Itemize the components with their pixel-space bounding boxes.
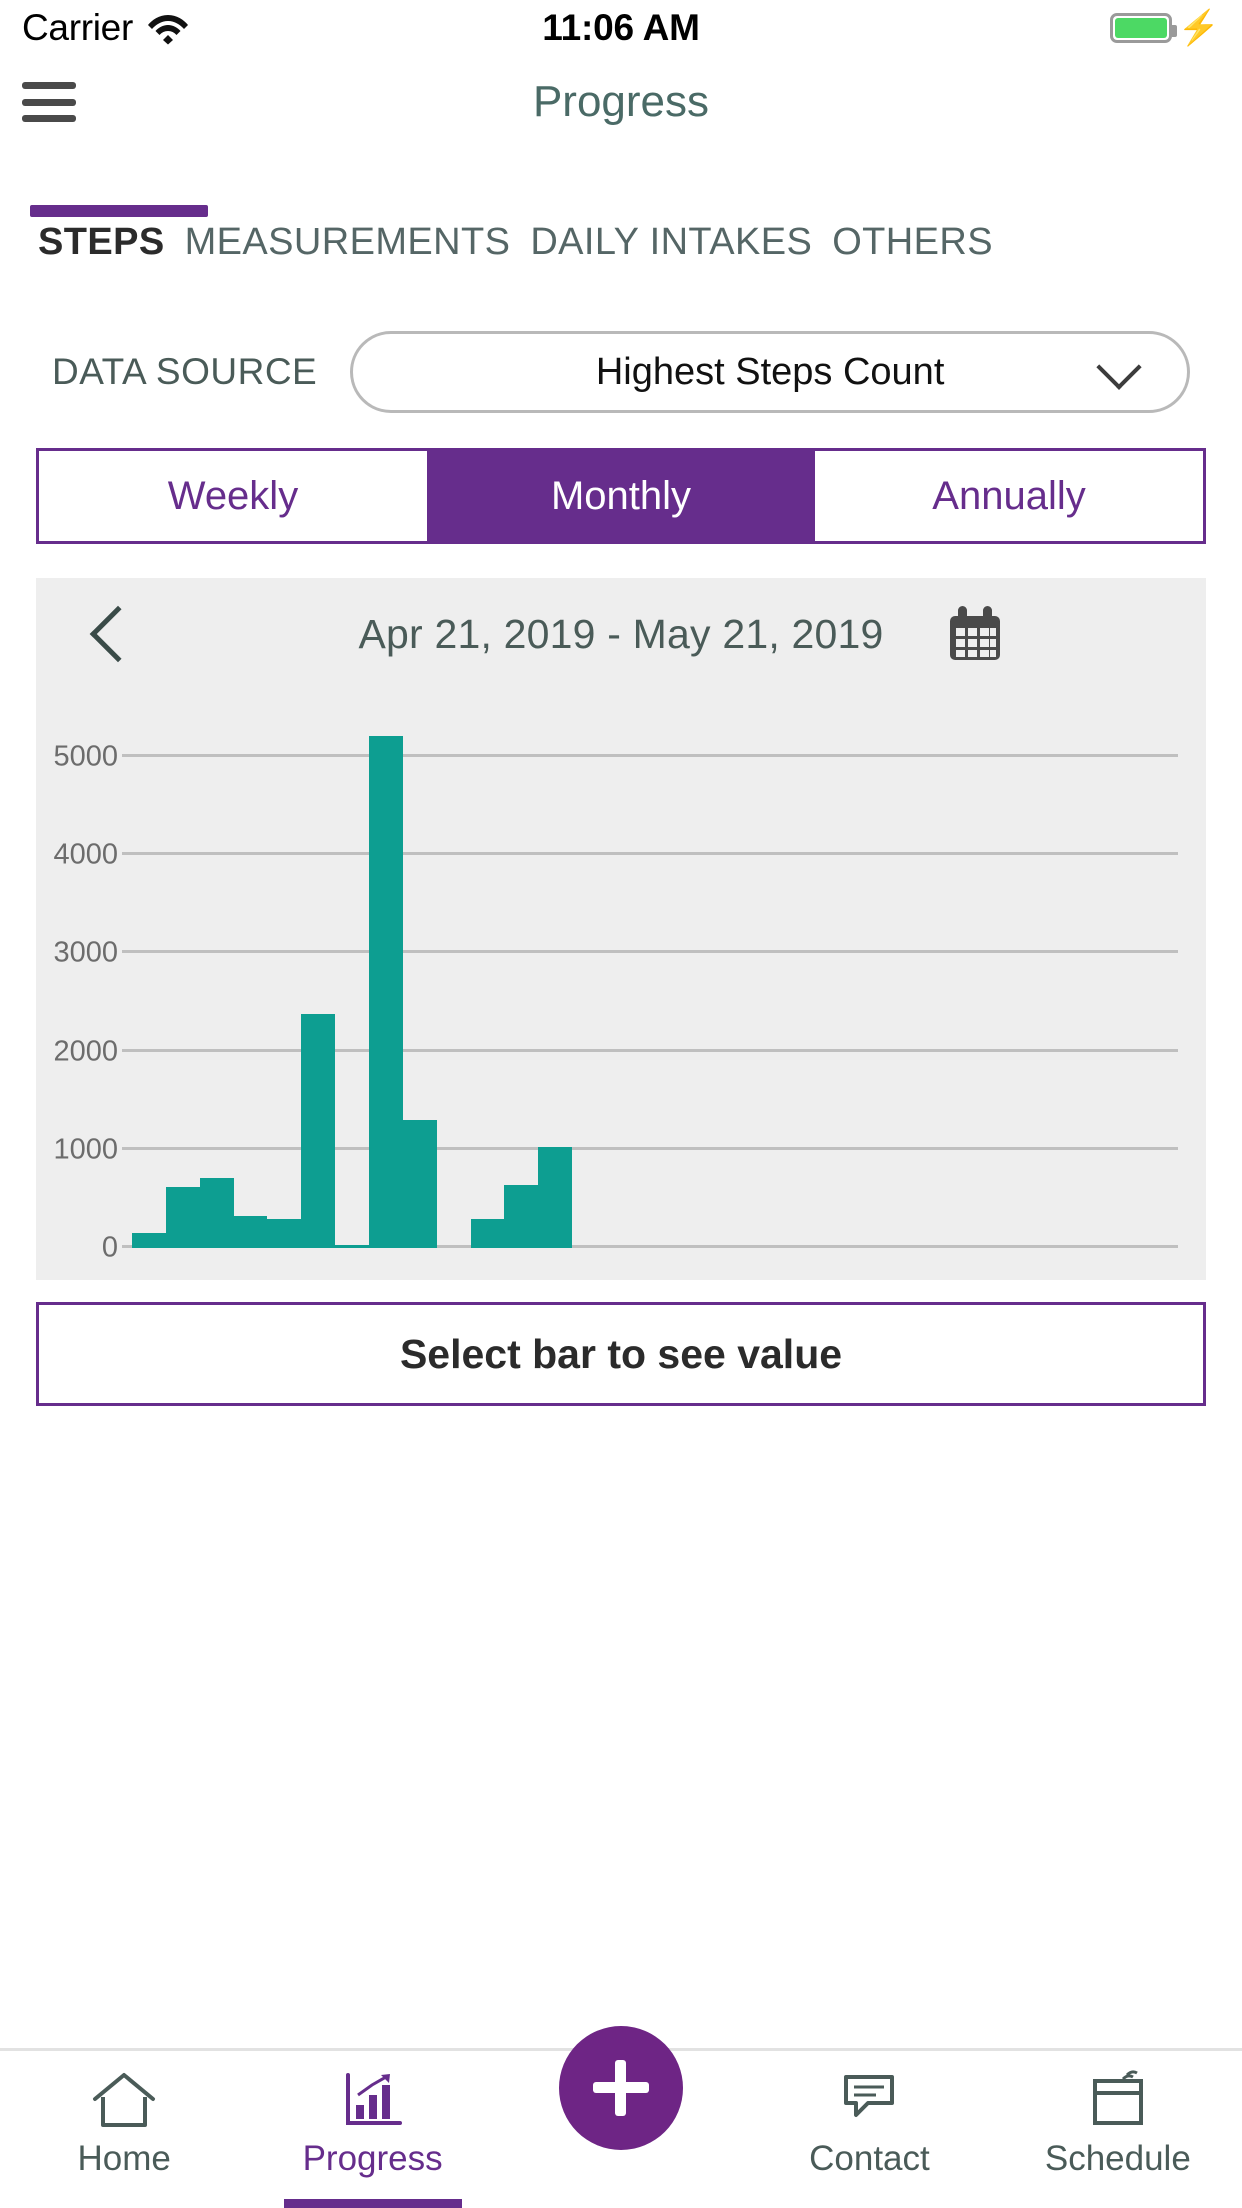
y-tick-label: 5000	[53, 740, 118, 773]
chart-bar[interactable]	[233, 1215, 268, 1248]
chart-bar-slot[interactable]	[165, 708, 200, 1248]
segment-weekly[interactable]: Weekly	[39, 451, 427, 541]
hamburger-menu-icon[interactable]	[22, 82, 76, 122]
chart-bar-slot[interactable]	[978, 708, 1012, 1248]
chart-bar-slot[interactable]	[1114, 708, 1148, 1248]
data-source-label: DATA SOURCE	[52, 351, 318, 392]
chart-bar[interactable]	[301, 1014, 336, 1248]
chart-bar-slot[interactable]	[945, 708, 979, 1248]
nav-item-home[interactable]: Home	[0, 2051, 248, 2208]
chart-bar[interactable]	[199, 1178, 234, 1248]
chart-bar[interactable]	[504, 1185, 539, 1248]
chart-bar-slot[interactable]	[640, 708, 674, 1248]
bar-chart-plot: 0 1000 2000 3000 4000 5000	[36, 690, 1206, 1280]
status-bar: Carrier 11:06 AM ⚡	[0, 0, 1242, 56]
chart-bar-slot[interactable]	[775, 708, 809, 1248]
chart-bar[interactable]	[132, 1233, 166, 1248]
chevron-down-icon	[1096, 344, 1142, 390]
chart-bar-slot[interactable]	[470, 708, 505, 1248]
segment-annually[interactable]: Annually	[815, 451, 1203, 541]
nav-label-schedule: Schedule	[1044, 2139, 1191, 2178]
chart-bar-slot[interactable]	[301, 708, 336, 1248]
chart-bar-slot[interactable]	[843, 708, 877, 1248]
chart-card: Apr 21, 2019 - May 21, 2019 0 1000 2000 300…	[36, 578, 1206, 1280]
data-source-dropdown[interactable]: Highest Steps Count	[350, 331, 1190, 413]
app-root: Carrier 11:06 AM ⚡ Progress STEPS MEASUR…	[0, 0, 1242, 2208]
date-range-label: Apr 21, 2019 - May 21, 2019	[358, 610, 884, 657]
chart-bar[interactable]	[165, 1187, 200, 1248]
chart-bar-slot[interactable]	[369, 708, 403, 1248]
nav-item-add[interactable]	[497, 2026, 745, 2208]
chart-bar-slot[interactable]	[741, 708, 775, 1248]
chart-bar-slot[interactable]	[809, 708, 843, 1248]
y-tick-label: 0	[101, 1231, 118, 1264]
status-bar-right: ⚡	[1109, 9, 1220, 47]
tab-daily-intakes[interactable]: DAILY INTAKES	[520, 221, 822, 264]
chart-bar-slot[interactable]	[233, 708, 268, 1248]
nav-label-contact: Contact	[809, 2139, 930, 2178]
tab-others[interactable]: OTHERS	[822, 221, 1003, 264]
data-source-value: Highest Steps Count	[595, 350, 945, 393]
chart-bar[interactable]	[538, 1146, 573, 1248]
chart-bar-slot[interactable]	[267, 708, 302, 1248]
chart-bar-slot[interactable]	[572, 708, 606, 1248]
chart-bar-slot[interactable]	[538, 708, 573, 1248]
period-segmented-control: Weekly Monthly Annually	[36, 448, 1206, 544]
chart-bar[interactable]	[402, 1120, 437, 1248]
battery-icon	[1109, 13, 1177, 43]
chart-bar[interactable]	[267, 1218, 302, 1248]
nav-label-home: Home	[77, 2139, 171, 2178]
y-tick-label: 2000	[53, 1035, 118, 1068]
status-bar-time: 11:06 AM	[542, 7, 700, 48]
tab-measurements[interactable]: MEASUREMENTS	[175, 221, 521, 264]
chart-bar-slot[interactable]	[504, 708, 539, 1248]
plus-icon	[593, 2060, 650, 2116]
data-source-row: DATA SOURCE Highest Steps Count	[0, 326, 1242, 418]
calendar-icon	[1083, 2069, 1153, 2131]
bottom-navigation: Home Progress Contact Schedule	[0, 2026, 1242, 2208]
chart-bar-slot[interactable]	[708, 708, 742, 1248]
y-tick-label: 1000	[53, 1133, 118, 1166]
chart-date-header: Apr 21, 2019 - May 21, 2019	[36, 578, 1206, 690]
chart-bar-slot[interactable]	[1080, 708, 1114, 1248]
home-icon	[89, 2069, 159, 2131]
chart-bar-slot[interactable]	[1148, 708, 1182, 1248]
lightning-bolt-icon: ⚡	[1177, 9, 1220, 47]
chart-bar-slot[interactable]	[877, 708, 911, 1248]
chat-bubbles-icon	[834, 2069, 904, 2131]
chart-bar-slot[interactable]	[1046, 708, 1080, 1248]
chart-bar-slot[interactable]	[402, 708, 437, 1248]
chart-bar[interactable]	[335, 1245, 370, 1248]
add-button[interactable]	[559, 2026, 684, 2150]
y-tick-label: 4000	[53, 838, 118, 871]
page-title: Progress	[532, 77, 710, 126]
nav-item-contact[interactable]: Contact	[745, 2051, 993, 2208]
tab-steps[interactable]: STEPS	[30, 221, 175, 264]
chart-bar-slot[interactable]	[437, 708, 471, 1248]
chart-bar-slot[interactable]	[1012, 708, 1046, 1248]
chart-bars	[132, 708, 1182, 1248]
nav-item-schedule[interactable]: Schedule	[994, 2051, 1242, 2208]
chart-bar-slot[interactable]	[911, 708, 945, 1248]
chart-bar[interactable]	[369, 736, 403, 1248]
nav-item-progress[interactable]: Progress	[248, 2051, 496, 2208]
chart-bar-slot[interactable]	[674, 708, 708, 1248]
segment-monthly[interactable]: Monthly	[427, 451, 815, 541]
chart-bar[interactable]	[470, 1218, 505, 1248]
y-tick-label: 3000	[53, 936, 118, 969]
nav-label-progress: Progress	[302, 2139, 443, 2178]
chart-bar-slot[interactable]	[132, 708, 166, 1248]
nav-active-underline	[283, 2199, 462, 2208]
chart-bar-slot[interactable]	[606, 708, 640, 1248]
calendar-icon[interactable]	[944, 604, 1006, 664]
tab-bar: STEPS MEASUREMENTS DAILY INTAKES OTHERS	[0, 196, 1242, 272]
select-bar-button[interactable]: Select bar to see value	[36, 1302, 1206, 1406]
chart-bars-icon	[338, 2069, 408, 2131]
chart-bar-slot[interactable]	[199, 708, 234, 1248]
app-header: Progress	[0, 56, 1242, 148]
chart-bar-slot[interactable]	[335, 708, 370, 1248]
